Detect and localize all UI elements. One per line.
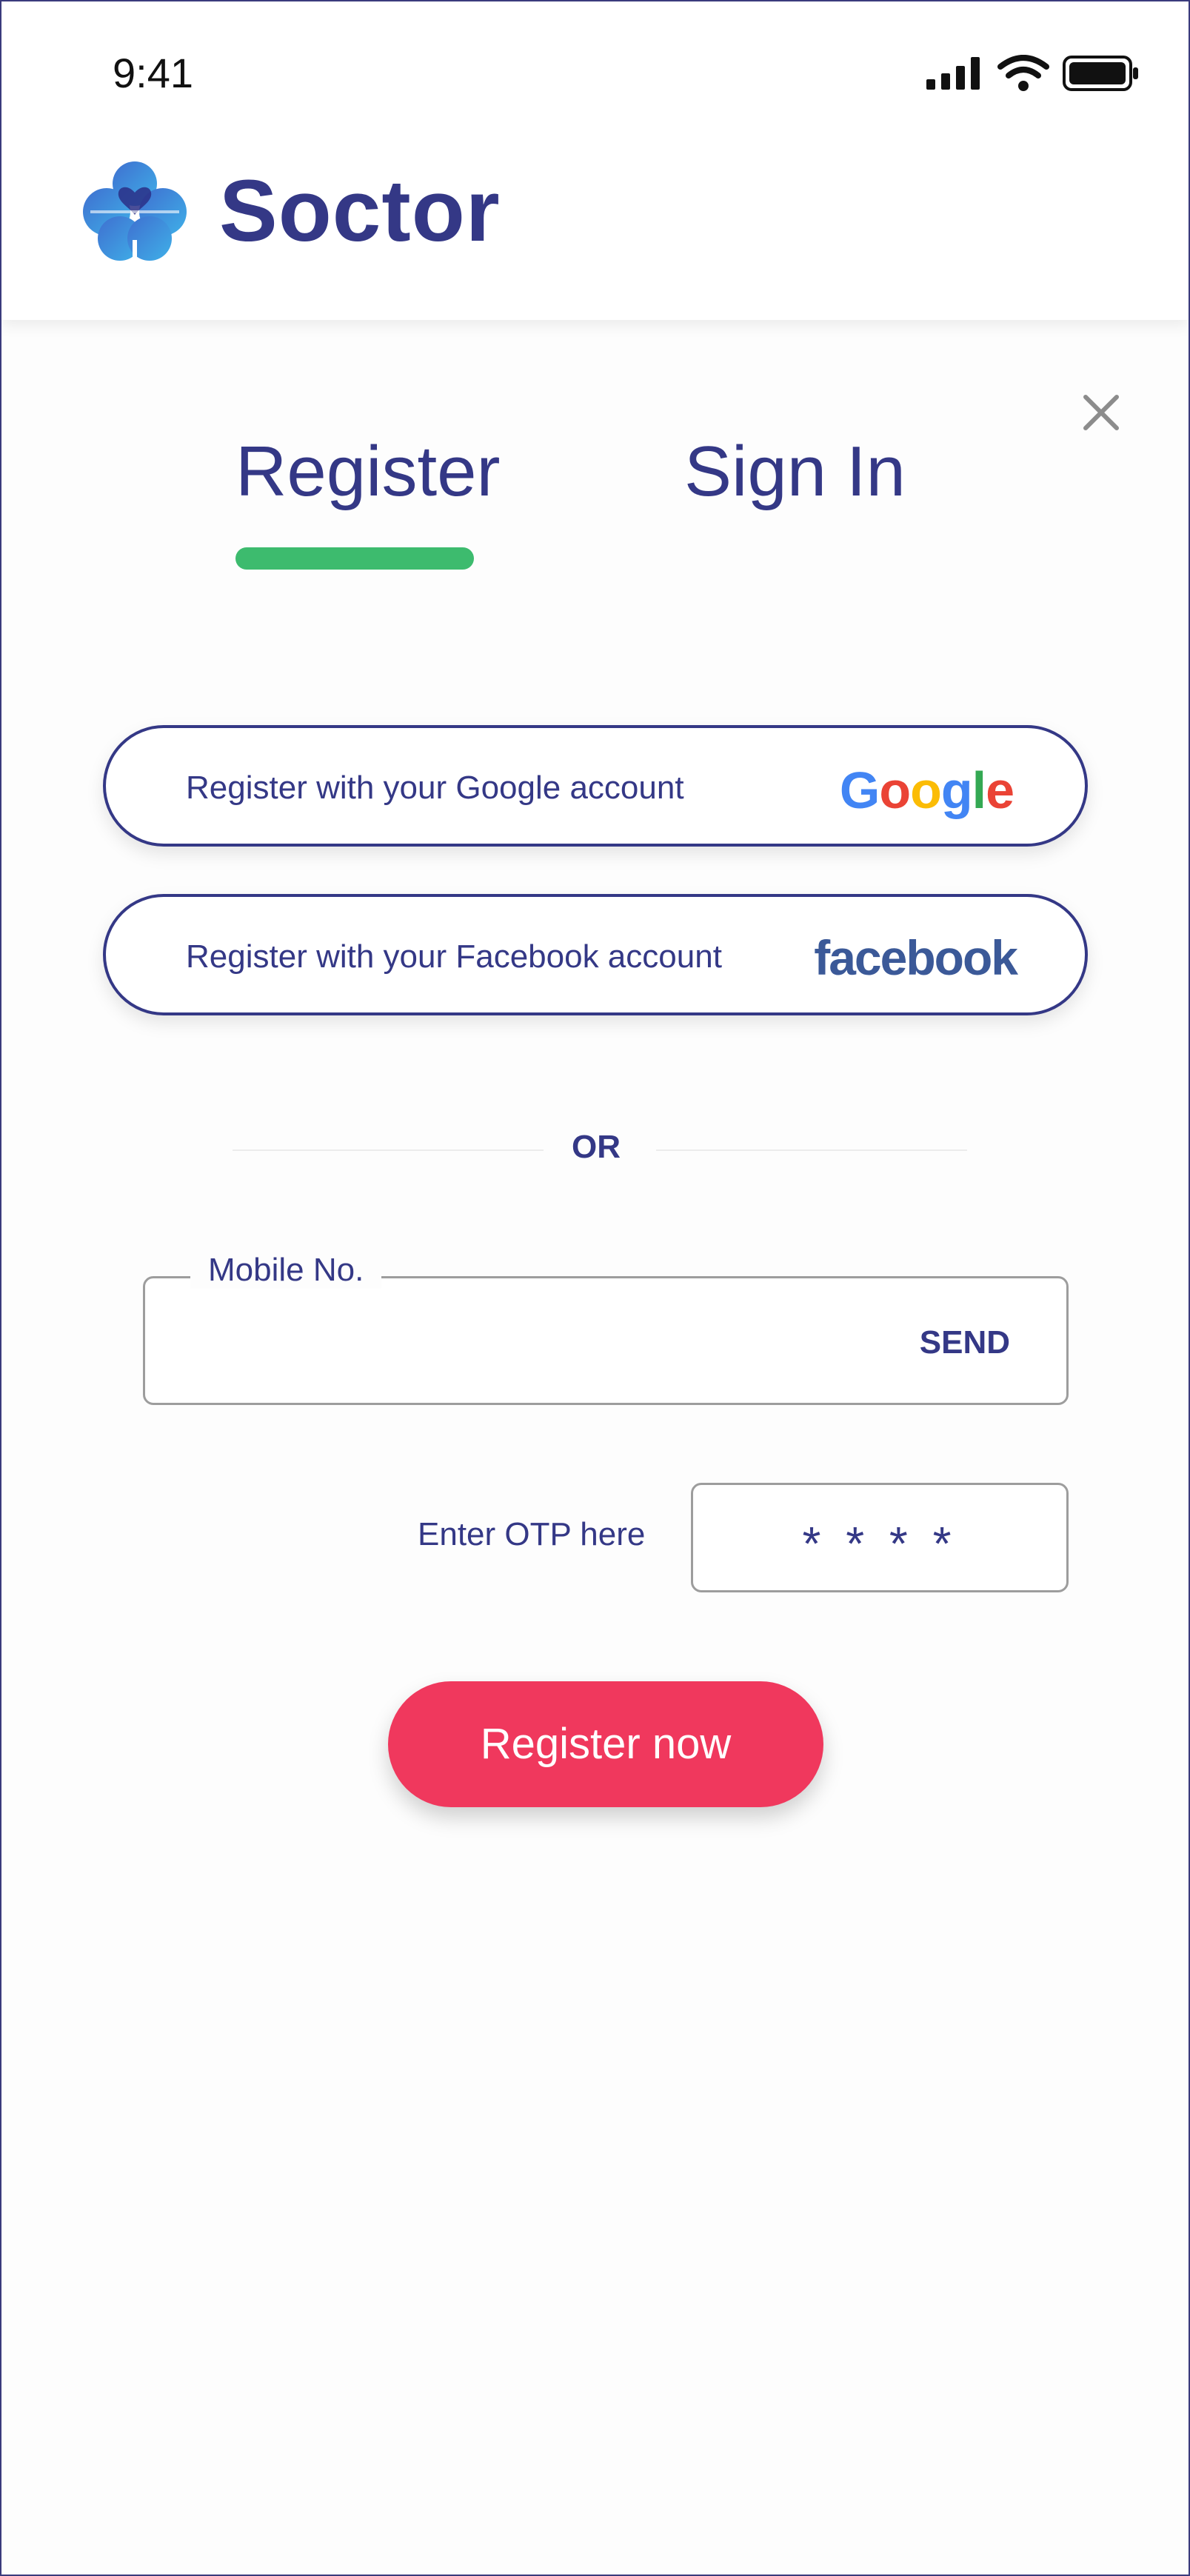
or-divider-text: OR: [572, 1129, 621, 1165]
divider-line-left: [233, 1149, 544, 1151]
mobile-field-label: Mobile No.: [190, 1252, 382, 1289]
battery-icon: [1063, 56, 1138, 91]
register-now-button[interactable]: Register now: [388, 1681, 823, 1807]
brand-logo: Soctor: [76, 159, 501, 264]
mobile-number-input[interactable]: [175, 1308, 844, 1376]
google-register-button[interactable]: Register with your Google account Google: [103, 725, 1088, 847]
otp-label: Enter OTP here: [418, 1516, 646, 1552]
tab-register[interactable]: Register: [235, 431, 500, 513]
app-header: 9:41 Soctor: [1, 1, 1189, 320]
google-register-label: Register with your Google account: [186, 770, 684, 806]
status-bar: 9:41: [1, 1, 1189, 150]
facebook-logo: facebook: [814, 930, 1018, 985]
send-otp-button[interactable]: SEND: [920, 1324, 1010, 1361]
divider-line-right: [656, 1149, 967, 1151]
app-screen: 9:41 Soctor Register Sign In Register wi…: [0, 0, 1190, 2576]
facebook-register-label: Register with your Facebook account: [186, 938, 722, 975]
google-logo: Google: [839, 761, 1014, 819]
wifi-icon: [997, 55, 1049, 91]
brand-name: Soctor: [219, 162, 501, 260]
status-time: 9:41: [113, 50, 193, 96]
facebook-register-button[interactable]: Register with your Facebook account face…: [103, 894, 1088, 1015]
heart-clover-logo-icon: [83, 161, 187, 264]
signal-icon: [926, 57, 980, 90]
otp-input[interactable]: * * * *: [691, 1483, 1069, 1592]
active-tab-indicator: [235, 547, 474, 570]
otp-value: * * * *: [802, 1517, 957, 1570]
status-icons: [926, 55, 1140, 92]
tab-signin[interactable]: Sign In: [684, 431, 906, 513]
mobile-number-field: SEND: [143, 1276, 1069, 1405]
close-icon[interactable]: [1075, 387, 1127, 438]
